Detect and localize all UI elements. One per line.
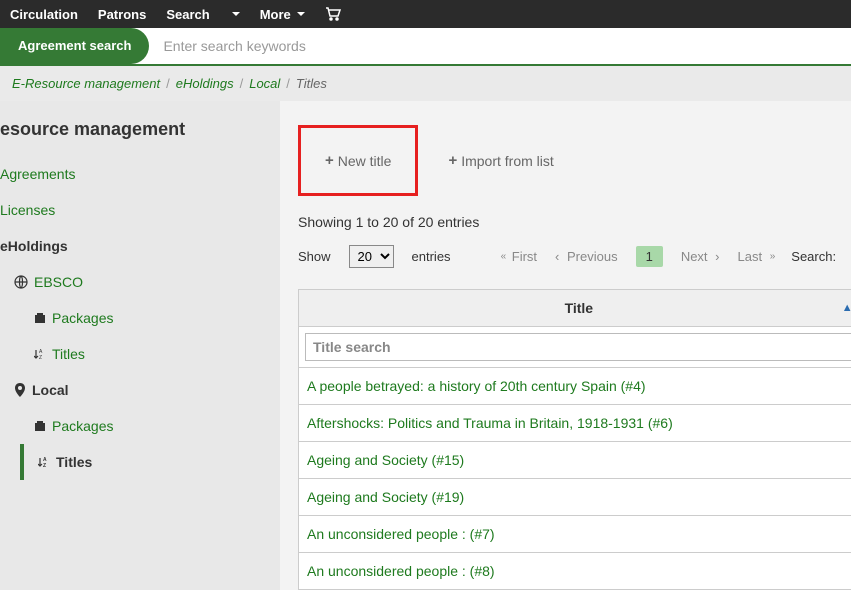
breadcrumb-local[interactable]: Local: [249, 76, 280, 91]
sidebar-local[interactable]: Local: [0, 372, 280, 408]
nav-cart[interactable]: [325, 7, 341, 21]
sidebar-ebsco[interactable]: EBSCO: [0, 264, 280, 300]
current-page: 1: [636, 246, 663, 267]
chevron-left-icon: ‹: [555, 249, 559, 264]
show-select[interactable]: 20: [349, 245, 394, 268]
title-filter-input[interactable]: [305, 333, 851, 361]
package-icon: [34, 420, 46, 432]
nav-more[interactable]: More: [260, 7, 305, 22]
svg-text:Z: Z: [43, 463, 46, 468]
highlight-annotation: + New title: [298, 125, 418, 196]
sort-az-icon: AZ: [38, 456, 50, 468]
breadcrumb-sep: /: [286, 76, 290, 91]
next-page-button[interactable]: Next ›: [681, 249, 720, 264]
title-column-header[interactable]: Title ▲: [299, 290, 851, 327]
breadcrumb-sep: /: [166, 76, 170, 91]
import-from-list-button[interactable]: + Import from list: [438, 146, 563, 175]
previous-page-button[interactable]: ‹ Previous: [555, 249, 618, 264]
search-bar: Agreement search: [0, 28, 851, 66]
actions-row: + New title + Import from list: [298, 125, 851, 196]
table-row: Ageing and Society (#15): [299, 442, 851, 479]
plus-icon: +: [448, 152, 457, 169]
sidebar-agreements[interactable]: Agreements: [0, 156, 280, 192]
sidebar-title: esource management: [0, 119, 280, 156]
cart-icon: [325, 7, 341, 21]
chevron-double-right-icon: »: [770, 251, 774, 262]
sidebar: esource management Agreements Licenses e…: [0, 101, 280, 590]
breadcrumb: E-Resource management / eHoldings / Loca…: [0, 66, 851, 101]
globe-icon: [14, 275, 28, 289]
import-label: Import from list: [461, 153, 554, 169]
main-content: + New title + Import from list Showing 1…: [280, 101, 851, 590]
first-page-button[interactable]: « First: [501, 249, 537, 264]
sidebar-ebsco-packages[interactable]: Packages: [0, 300, 280, 336]
sidebar-titles-label: Titles: [52, 346, 85, 362]
table-row: A people betrayed: a history of 20th cen…: [299, 368, 851, 405]
nav-search[interactable]: Search: [166, 7, 209, 22]
breadcrumb-eholdings[interactable]: eHoldings: [176, 76, 234, 91]
last-page-button[interactable]: Last »: [738, 249, 774, 264]
search-input[interactable]: [149, 28, 851, 64]
nav-dropdown[interactable]: [230, 12, 240, 16]
sort-az-icon: AZ: [34, 348, 46, 360]
caret-down-icon: [232, 12, 240, 16]
breadcrumb-erm[interactable]: E-Resource management: [12, 76, 160, 91]
sidebar-local-titles[interactable]: AZ Titles: [24, 444, 280, 480]
pin-icon: [14, 383, 26, 397]
table-row: An unconsidered people : (#7)Dunn: [299, 516, 851, 553]
sidebar-local-packages[interactable]: Packages: [0, 408, 280, 444]
search-tab-agreement[interactable]: Agreement search: [0, 28, 149, 64]
entries-label: entries: [412, 249, 451, 264]
pagination-row: Show 20 entries « First ‹ Previous 1 Nex…: [298, 244, 851, 269]
svg-text:Z: Z: [39, 355, 42, 360]
entries-info: Showing 1 to 20 of 20 entries: [298, 214, 851, 230]
sidebar-eholdings: eHoldings: [0, 228, 280, 264]
sidebar-titles-label: Titles: [56, 454, 92, 470]
nav-patrons[interactable]: Patrons: [98, 7, 146, 22]
table-search-label: Search:: [791, 249, 836, 264]
sidebar-local-label: Local: [32, 382, 69, 398]
nav-circulation[interactable]: Circulation: [10, 7, 78, 22]
table-row: Aftershocks: Politics and Trauma in Brit…: [299, 405, 851, 442]
breadcrumb-sep: /: [240, 76, 244, 91]
titles-table: Title ▲ A people betrayed: a history of …: [298, 289, 851, 590]
new-title-label: New title: [338, 153, 392, 169]
title-link[interactable]: An unconsidered people : (#8): [307, 563, 495, 579]
title-link[interactable]: An unconsidered people : (#7): [307, 526, 495, 542]
breadcrumb-titles: Titles: [296, 76, 327, 91]
plus-icon: +: [325, 152, 334, 169]
show-label: Show: [298, 249, 331, 264]
sidebar-licenses[interactable]: Licenses: [0, 192, 280, 228]
title-link[interactable]: A people betrayed: a history of 20th cen…: [307, 378, 646, 394]
sidebar-ebsco-titles[interactable]: AZ Titles: [0, 336, 280, 372]
new-title-button[interactable]: + New title: [315, 146, 401, 175]
sidebar-packages-label: Packages: [52, 418, 113, 434]
title-link[interactable]: Aftershocks: Politics and Trauma in Brit…: [307, 415, 673, 431]
title-link[interactable]: Ageing and Society (#19): [307, 489, 464, 505]
table-row: An unconsidered people : (#8)Dunn: [299, 553, 851, 590]
caret-down-icon: [297, 12, 305, 16]
sort-asc-icon: ▲: [842, 302, 851, 314]
sidebar-ebsco-label: EBSCO: [34, 274, 83, 290]
package-icon: [34, 312, 46, 324]
sidebar-packages-label: Packages: [52, 310, 113, 326]
chevron-right-icon: ›: [715, 249, 719, 264]
title-link[interactable]: Ageing and Society (#15): [307, 452, 464, 468]
top-nav: Circulation Patrons Search More: [0, 0, 851, 28]
table-row: Ageing and Society (#19): [299, 479, 851, 516]
chevron-double-left-icon: «: [501, 251, 505, 262]
